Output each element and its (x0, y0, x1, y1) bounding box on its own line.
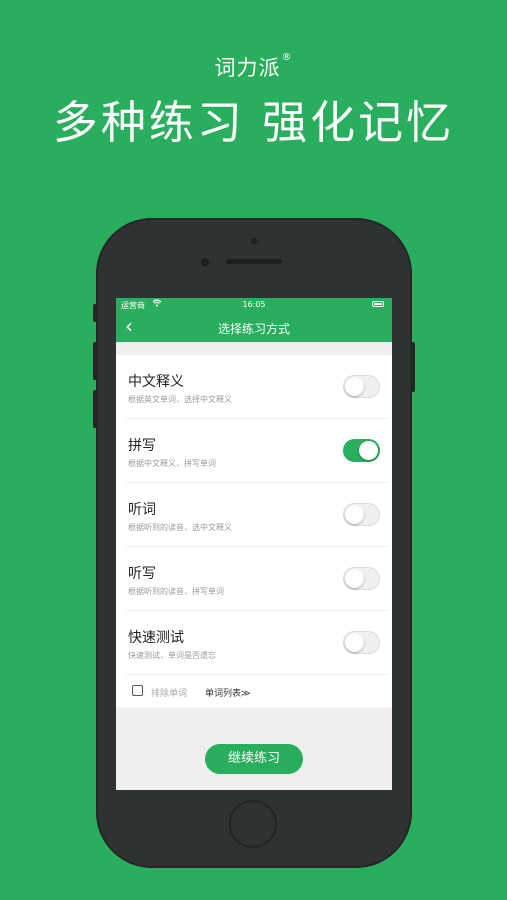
mode-name: 拼写 (128, 438, 156, 454)
front-sensor (201, 258, 209, 266)
registered-mark: ® (281, 52, 293, 63)
status-bar: 运营商 16:05 (116, 298, 392, 312)
slogan: 多种练习 强化记忆 (52, 96, 455, 149)
exclude-words-checkbox[interactable] (132, 685, 143, 696)
toggle-knob (345, 377, 364, 396)
status-time: 16:05 (242, 300, 266, 309)
mode-name: 快速测试 (128, 630, 184, 646)
toggle-quick-test[interactable] (343, 631, 380, 654)
mode-name: 听词 (128, 502, 156, 518)
mode-name: 听写 (128, 566, 156, 582)
mode-description: 根据英文单词，选择中文释义 (128, 395, 232, 404)
brand-name: 词力派® (0, 52, 507, 82)
mode-description: 根据中文释义，拼写单词 (128, 459, 216, 468)
word-options: 排除单词 单词列表≫ (116, 675, 392, 708)
camera-icon (251, 238, 257, 244)
brand-text: 词力派 (214, 56, 281, 80)
mode-description: 根据听到的读音，选中文释义 (128, 523, 232, 532)
home-button[interactable] (229, 800, 277, 848)
phone-screen: 运营商 16:05 ‹ 选择练习方式 中文释义 根据英文单词，选择中文释义 拼写… (116, 298, 392, 790)
toggle-knob (345, 633, 364, 652)
mode-row-chinese-meaning[interactable]: 中文释义 根据英文单词，选择中文释义 (126, 355, 389, 419)
toggle-chinese-meaning[interactable] (343, 375, 380, 398)
phone-mockup: 运营商 16:05 ‹ 选择练习方式 中文释义 根据英文单词，选择中文释义 拼写… (93, 218, 415, 868)
mode-row-listen-word[interactable]: 听词 根据听到的读音，选中文释义 (126, 483, 389, 547)
toggle-listen-word[interactable] (343, 503, 380, 526)
mode-description: 快速测试，单词是否遗忘 (128, 651, 216, 660)
exclude-words-label[interactable]: 排除单词 (151, 686, 187, 699)
toggle-spelling[interactable] (343, 439, 380, 462)
mode-row-quick-test[interactable]: 快速测试 快速测试，单词是否遗忘 (126, 611, 389, 675)
mode-row-spelling[interactable]: 拼写 根据中文释义，拼写单词 (126, 419, 389, 483)
earpiece-speaker (226, 259, 282, 264)
toggle-knob (359, 441, 378, 460)
mode-description: 根据听到的读音，拼写单词 (128, 587, 224, 596)
mode-name: 中文释义 (128, 374, 184, 390)
toggle-dictation[interactable] (343, 567, 380, 590)
mode-row-dictation[interactable]: 听写 根据听到的读音，拼写单词 (126, 547, 389, 611)
toggle-knob (345, 505, 364, 524)
section-gap (116, 342, 392, 355)
power-button (411, 342, 415, 392)
nav-bar: ‹ 选择练习方式 (116, 312, 392, 342)
bottom-area: 继续练习 (116, 707, 392, 790)
battery-icon (372, 301, 384, 307)
mute-switch (93, 304, 97, 322)
continue-practice-button[interactable]: 继续练习 (205, 744, 303, 774)
toggle-knob (345, 569, 364, 588)
word-list-link[interactable]: 单词列表≫ (205, 686, 250, 699)
volume-down-button (93, 390, 97, 428)
page-title: 选择练习方式 (217, 322, 290, 336)
practice-mode-list: 中文释义 根据英文单词，选择中文释义 拼写 根据中文释义，拼写单词 听词 根据听… (116, 355, 392, 675)
volume-up-button (93, 342, 97, 380)
